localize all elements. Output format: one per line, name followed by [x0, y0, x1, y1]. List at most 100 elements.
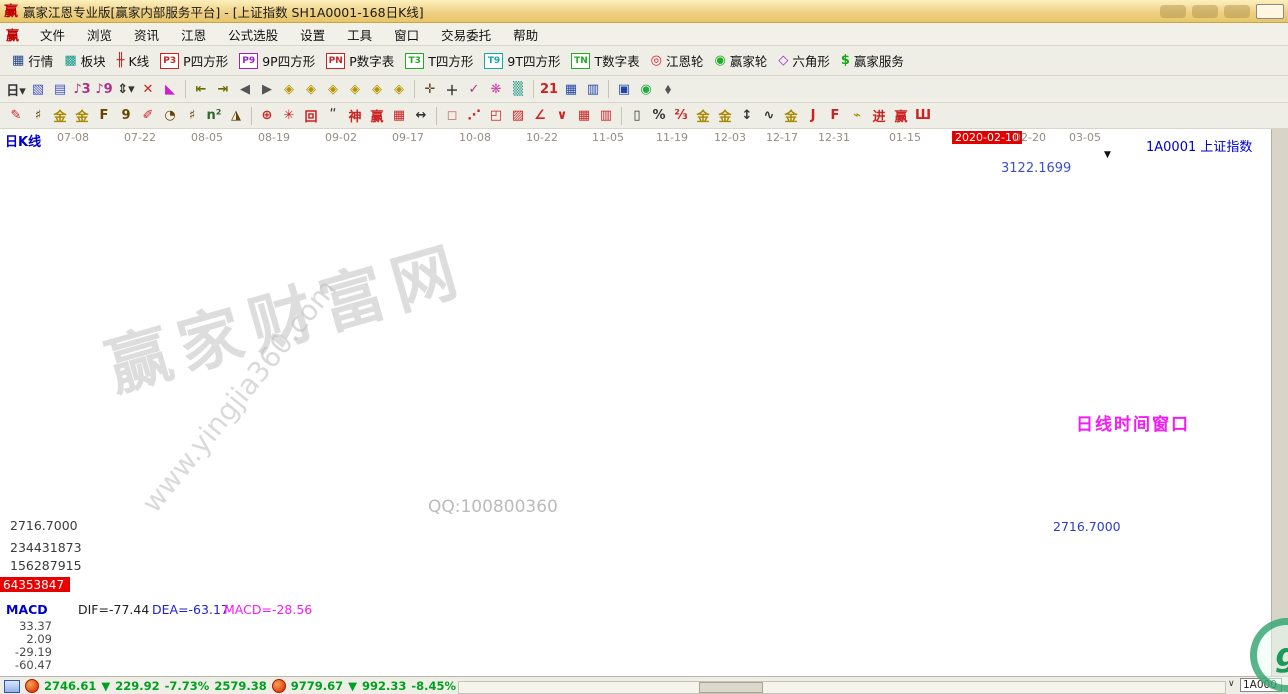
toolbar-item-t-number-table[interactable]: TNT数字表: [567, 49, 646, 72]
window-button-blur-2[interactable]: [1192, 5, 1218, 18]
toolbar-item-winner-wheel[interactable]: ◉赢家轮: [710, 49, 774, 72]
toolbar-item-9t-square[interactable]: T99T四方形: [480, 49, 567, 72]
angle-tool-icon[interactable]: ◮: [225, 106, 247, 126]
toolbar-item-winner-service[interactable]: $赢家服务: [837, 49, 911, 72]
toolbar-item-sectors[interactable]: ▩板块: [60, 49, 112, 72]
sh-index-icon[interactable]: [25, 679, 39, 693]
pattern-window-icon[interactable]: ▧: [27, 79, 49, 99]
menu-item-6[interactable]: 设置: [289, 23, 336, 46]
measure-icon[interactable]: ✓: [463, 79, 485, 99]
angle-line-icon[interactable]: ∠: [529, 106, 551, 126]
zigzag-icon[interactable]: ⌁: [846, 106, 868, 126]
menu-item-9[interactable]: 交易委托: [430, 23, 502, 46]
menu-item-1[interactable]: 文件: [29, 23, 76, 46]
candle-zoom-icon[interactable]: ⇕▾: [115, 79, 137, 99]
grid-lines-icon[interactable]: ♯: [27, 106, 49, 126]
grid2-lines-icon[interactable]: ♯: [181, 106, 203, 126]
winner-tool-icon[interactable]: 赢: [366, 106, 388, 126]
ratio-box-icon[interactable]: ▯: [626, 106, 648, 126]
vertical-range-icon[interactable]: ↕: [736, 106, 758, 126]
width-adjust-icon[interactable]: ↔: [410, 106, 432, 126]
chevron-down-icon[interactable]: ▼: [1104, 150, 1111, 160]
rays-tool-icon[interactable]: ⋰: [463, 106, 485, 126]
info-panel-icon[interactable]: ▤: [49, 79, 71, 99]
f-trend-icon[interactable]: F: [824, 106, 846, 126]
arc-tool-icon[interactable]: ◔: [159, 106, 181, 126]
grid-box-icon[interactable]: ▦: [573, 106, 595, 126]
code-caret-icon[interactable]: ∨: [1228, 679, 1235, 689]
toolbar-item-gann-wheel[interactable]: ◎江恩轮: [647, 49, 711, 72]
calculator-icon[interactable]: ▦: [560, 79, 582, 99]
menu-item-8[interactable]: 窗口: [383, 23, 430, 46]
first-page-icon[interactable]: ⇤: [190, 79, 212, 99]
menu-item-3[interactable]: 资讯: [123, 23, 170, 46]
upload-icon[interactable]: ⬧: [657, 79, 679, 99]
export-icon[interactable]: ◉: [635, 79, 657, 99]
hand-tool-icon[interactable]: ✛: [419, 79, 441, 99]
period-dropdown-icon[interactable]: 日▾: [5, 79, 27, 99]
gann-fan-icon[interactable]: ❋: [485, 79, 507, 99]
step-forward-icon[interactable]: ▶: [256, 79, 278, 99]
advance-line-icon[interactable]: 进: [868, 106, 890, 126]
gann-center-icon[interactable]: ⊕: [256, 106, 278, 126]
menu-item-2[interactable]: 浏览: [76, 23, 123, 46]
last-page-icon[interactable]: ⇥: [212, 79, 234, 99]
w-pattern-icon[interactable]: Ш: [912, 106, 934, 126]
draw-pencil-icon[interactable]: ✎: [5, 106, 27, 126]
gann-diamond-1-icon[interactable]: ◈: [278, 79, 300, 99]
toolbar-item-t-square[interactable]: T3T四方形: [401, 49, 480, 72]
report-icon[interactable]: ▥: [582, 79, 604, 99]
fan-box-icon[interactable]: ◰: [485, 106, 507, 126]
market-grid-icon[interactable]: [4, 680, 20, 693]
gann-diamond-6-icon[interactable]: ◈: [388, 79, 410, 99]
grid-box2-icon[interactable]: ▥: [595, 106, 617, 126]
window-button-blur-3[interactable]: [1224, 5, 1250, 18]
menu-item-10[interactable]: 帮助: [502, 23, 549, 46]
toolbar-item-p-square[interactable]: P3P四方形: [156, 49, 235, 72]
fib-tool-icon[interactable]: F: [93, 106, 115, 126]
toolbar-item-quotes[interactable]: ▦行情: [8, 49, 60, 72]
gold-ratio-icon[interactable]: 金: [49, 106, 71, 126]
flag-tool-icon[interactable]: ◣: [159, 79, 181, 99]
horizontal-scrollbar[interactable]: [458, 681, 1226, 694]
hatch-box-icon[interactable]: ▨: [507, 106, 529, 126]
j-trend-icon[interactable]: J: [802, 106, 824, 126]
menu-item-7[interactable]: 工具: [336, 23, 383, 46]
net-icon[interactable]: ▒: [507, 79, 529, 99]
gold-line2-icon[interactable]: 金: [714, 106, 736, 126]
menu-item-5[interactable]: 公式选股: [217, 23, 289, 46]
gann-diamond-5-icon[interactable]: ◈: [366, 79, 388, 99]
crosshair-icon[interactable]: ＋: [441, 79, 463, 99]
double-tick-icon[interactable]: ʺ: [322, 106, 344, 126]
marker-icon[interactable]: ✐: [137, 106, 159, 126]
step-back-icon[interactable]: ◀: [234, 79, 256, 99]
v-line-icon[interactable]: ∨: [551, 106, 573, 126]
wave-line-icon[interactable]: ∿: [758, 106, 780, 126]
win-line-icon[interactable]: 赢: [890, 106, 912, 126]
menu-item-4[interactable]: 江恩: [170, 23, 217, 46]
window-button-blur-1[interactable]: [1160, 5, 1186, 18]
scrollbar-thumb[interactable]: [699, 682, 763, 693]
save-icon[interactable]: ▣: [613, 79, 635, 99]
gann-diamond-3-icon[interactable]: ◈: [322, 79, 344, 99]
magic-tool-icon[interactable]: 神: [344, 106, 366, 126]
sz-index-icon[interactable]: [272, 679, 286, 693]
minimize-button[interactable]: [1256, 4, 1284, 19]
symbol-label[interactable]: 1A0001 上证指数: [1146, 136, 1252, 155]
macd-indicator-label[interactable]: MACD: [6, 602, 48, 617]
toolbar-item-kline[interactable]: ╫K线: [113, 49, 157, 72]
square-number-icon[interactable]: n²: [203, 106, 225, 126]
percent-tool-icon[interactable]: %: [648, 106, 670, 126]
gann-diamond-2-icon[interactable]: ◈: [300, 79, 322, 99]
wave-3-icon[interactable]: ♪3: [71, 79, 93, 99]
toolbar-item-9p-square[interactable]: P99P四方形: [235, 49, 322, 72]
toolbar-item-p-number-table[interactable]: PNP数字表: [322, 49, 401, 72]
gold-line3-icon[interactable]: 金: [780, 106, 802, 126]
rect-tool-icon[interactable]: ◻: [441, 106, 463, 126]
gold-line-icon[interactable]: 金: [692, 106, 714, 126]
nine-square-icon[interactable]: 9: [115, 106, 137, 126]
gann-box-icon[interactable]: 回: [300, 106, 322, 126]
toolbar-item-hexagon[interactable]: ◇六角形: [774, 49, 837, 72]
delete-tool-icon[interactable]: ✕: [137, 79, 159, 99]
gann-star-icon[interactable]: ✳: [278, 106, 300, 126]
